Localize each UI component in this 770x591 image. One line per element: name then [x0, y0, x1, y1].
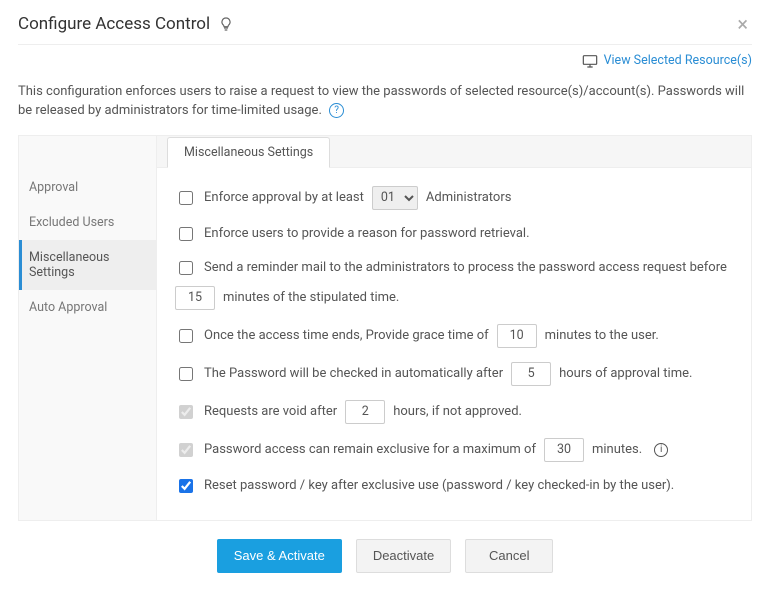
grace-time-minutes[interactable]: [497, 324, 537, 348]
reminder-mail-post: minutes of the stipulated time.: [223, 288, 399, 308]
reset-after-exclusive-label: Reset password / key after exclusive use…: [204, 476, 674, 496]
grace-time-checkbox[interactable]: [179, 329, 193, 343]
hint-bulb-icon[interactable]: [218, 16, 234, 32]
settings-form: Enforce approval by at least 01 Administ…: [157, 168, 751, 520]
sidebar: Approval Excluded Users Miscellaneous Se…: [19, 136, 157, 520]
help-icon[interactable]: ?: [329, 103, 344, 118]
exclusive-max-pre: Password access can remain exclusive for…: [204, 440, 536, 460]
settings-panel: Approval Excluded Users Miscellaneous Se…: [18, 135, 752, 521]
sidebar-item-excluded-users[interactable]: Excluded Users: [19, 205, 156, 240]
exclusive-max-post: minutes.: [592, 440, 642, 460]
tab-miscellaneous-settings[interactable]: Miscellaneous Settings: [167, 137, 330, 168]
row-auto-checkin: The Password will be checked in automati…: [175, 362, 733, 386]
sidebar-item-approval[interactable]: Approval: [19, 170, 156, 205]
grace-time-post: minutes to the user.: [545, 326, 659, 346]
void-after-post: hours, if not approved.: [393, 402, 522, 422]
exclusive-max-minutes[interactable]: [544, 438, 584, 462]
save-activate-button[interactable]: Save & Activate: [217, 539, 342, 573]
auto-checkin-post: hours of approval time.: [559, 364, 692, 384]
enforce-approval-checkbox[interactable]: [179, 191, 193, 205]
tab-strip: Miscellaneous Settings: [157, 136, 751, 168]
row-reminder-mail: Send a reminder mail to the administrato…: [175, 258, 733, 310]
exclusive-max-checkbox: [179, 443, 193, 457]
dialog-actions: Save & Activate Deactivate Cancel: [18, 521, 752, 573]
info-icon[interactable]: i: [654, 443, 668, 457]
cancel-button[interactable]: Cancel: [465, 539, 553, 573]
row-enforce-approval: Enforce approval by at least 01 Administ…: [175, 186, 733, 210]
dialog-description: This configuration enforces users to rai…: [18, 76, 752, 135]
enforce-approval-post: Administrators: [426, 188, 512, 208]
void-after-checkbox: [179, 405, 193, 419]
access-control-dialog: Configure Access Control × View Selected…: [0, 0, 770, 591]
sidebar-item-auto-approval[interactable]: Auto Approval: [19, 290, 156, 325]
row-reset-after-exclusive: Reset password / key after exclusive use…: [175, 476, 733, 496]
deactivate-button[interactable]: Deactivate: [356, 539, 451, 573]
void-after-pre: Requests are void after: [204, 402, 337, 422]
view-selected-resources-label: View Selected Resource(s): [604, 53, 752, 68]
dialog-title: Configure Access Control: [18, 14, 210, 34]
grace-time-pre: Once the access time ends, Provide grace…: [204, 326, 489, 346]
enforce-reason-label: Enforce users to provide a reason for pa…: [204, 224, 530, 244]
reminder-mail-checkbox[interactable]: [179, 261, 193, 275]
auto-checkin-hours[interactable]: [511, 362, 551, 386]
reminder-mail-pre: Send a reminder mail to the administrato…: [204, 258, 727, 278]
auto-checkin-pre: The Password will be checked in automati…: [204, 364, 503, 384]
row-void-after: Requests are void after hours, if not ap…: [175, 400, 733, 424]
row-enforce-reason: Enforce users to provide a reason for pa…: [175, 224, 733, 244]
enforce-approval-pre: Enforce approval by at least: [204, 188, 364, 208]
dialog-header: Configure Access Control ×: [18, 14, 752, 45]
reset-after-exclusive-checkbox[interactable]: [179, 479, 193, 493]
auto-checkin-checkbox[interactable]: [179, 367, 193, 381]
void-after-hours[interactable]: [345, 400, 385, 424]
row-grace-time: Once the access time ends, Provide grace…: [175, 324, 733, 348]
row-exclusive-max: Password access can remain exclusive for…: [175, 438, 733, 462]
close-icon[interactable]: ×: [733, 14, 752, 34]
reminder-mail-minutes[interactable]: [175, 286, 215, 310]
monitor-icon: [582, 54, 598, 68]
enforce-reason-checkbox[interactable]: [179, 227, 193, 241]
content-area: Miscellaneous Settings Enforce approval …: [157, 136, 751, 520]
enforce-approval-count[interactable]: 01: [372, 186, 418, 210]
sidebar-item-miscellaneous-settings[interactable]: Miscellaneous Settings: [19, 240, 156, 290]
view-selected-resources-link[interactable]: View Selected Resource(s): [582, 53, 752, 68]
